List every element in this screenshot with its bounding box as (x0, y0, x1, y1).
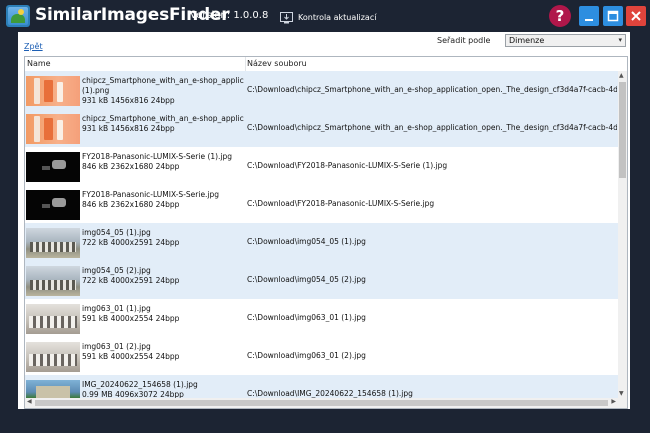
image-thumbnail[interactable] (26, 114, 80, 144)
minimize-icon (585, 19, 593, 21)
image-thumbnail[interactable] (26, 380, 80, 398)
image-name-line-1: img054_05 (1).jpg (82, 228, 151, 237)
image-thumbnail[interactable] (26, 228, 80, 258)
back-link[interactable]: Zpět (24, 42, 43, 51)
image-thumbnail[interactable] (26, 76, 80, 106)
help-button[interactable]: ? (549, 5, 571, 27)
file-path: C:\Download\chipcz_Smartphone_with_an_e-… (247, 123, 617, 132)
table-row[interactable]: img054_05 (2).jpg 722 kB 4000x2591 24bpp C… (25, 261, 618, 299)
image-name-line-1: img054_05 (2).jpg (82, 266, 151, 275)
table-row[interactable]: chipcz_Smartphone_with_an_e-shop_applica… (25, 109, 618, 147)
image-name: chipcz_Smartphone_with_an_e-shop_applica… (82, 76, 244, 96)
horizontal-scroll-thumb[interactable] (35, 400, 608, 406)
scroll-up-icon[interactable]: ▲ (619, 72, 624, 79)
chevron-down-icon: ▾ (618, 36, 622, 44)
file-path: C:\Download\img054_05 (1).jpg (247, 237, 366, 246)
table-row[interactable]: chipcz_Smartphone_with_an_e-shop_applica… (25, 71, 618, 109)
table-row[interactable]: img063_01 (2).jpg 591 kB 4000x2554 24bpp C… (25, 337, 618, 375)
image-name: img054_05 (2).jpg (82, 266, 244, 276)
table-row[interactable]: img054_05 (1).jpg 722 kB 4000x2591 24bpp C… (25, 223, 618, 261)
image-name-line-1: img063_01 (1).jpg (82, 304, 151, 313)
image-name: IMG_20240622_154658 (1).jpg (82, 380, 244, 390)
table-body: chipcz_Smartphone_with_an_e-shop_applica… (25, 71, 618, 398)
image-name-line-1: chipcz_Smartphone_with_an_e-shop_applica… (82, 76, 244, 85)
file-path: C:\Download\FY2018-Panasonic-LUMIX-S-Ser… (247, 199, 435, 208)
image-name: chipcz_Smartphone_with_an_e-shop_applica… (82, 114, 244, 124)
check-updates-label: Kontrola aktualizací (298, 12, 377, 22)
image-meta: 722 kB 4000x2591 24bpp (82, 276, 180, 285)
image-name-line-2: (1).png (82, 86, 110, 95)
file-path: C:\Download\img063_01 (2).jpg (247, 351, 366, 360)
image-thumbnail[interactable] (26, 190, 80, 220)
scroll-right-icon[interactable]: ▶ (611, 398, 616, 405)
image-name-line-1: FY2018-Panasonic-LUMIX-S-Serie.jpg (82, 190, 220, 199)
minimize-button[interactable] (579, 6, 599, 26)
app-logo-icon (6, 5, 30, 27)
main-panel: Zpět Seřadit podle Dimenze ▾ Name Název … (18, 32, 630, 409)
image-meta: 591 kB 4000x2554 24bpp (82, 314, 180, 323)
version-label: Version: 1.0.0.8 (190, 10, 269, 21)
image-thumbnail[interactable] (26, 304, 80, 334)
sort-dropdown[interactable]: Dimenze ▾ (505, 34, 626, 47)
image-meta: 846 kB 2362x1680 24bpp (82, 162, 180, 171)
image-name: img063_01 (1).jpg (82, 304, 244, 314)
image-meta: 931 kB 1456x816 24bpp (82, 124, 175, 133)
image-name: img063_01 (2).jpg (82, 342, 244, 352)
file-path: C:\Download\chipcz_Smartphone_with_an_e-… (247, 85, 617, 94)
maximize-button[interactable] (603, 6, 623, 26)
image-name-line-1: img063_01 (2).jpg (82, 342, 151, 351)
image-name-line-1: chipcz_Smartphone_with_an_e-shop_applica… (82, 114, 244, 123)
image-name-line-1: IMG_20240622_154658 (1).jpg (82, 380, 198, 389)
sort-label: Seřadit podle (437, 36, 491, 45)
column-divider[interactable] (245, 57, 246, 71)
column-header-filename[interactable]: Název souboru (247, 59, 307, 68)
table-row[interactable]: FY2018-Panasonic-LUMIX-S-Serie.jpg 846 kB… (25, 185, 618, 223)
file-path: C:\Download\IMG_20240622_154658 (1).jpg (247, 389, 413, 398)
image-meta: 931 kB 1456x816 24bpp (82, 96, 175, 105)
sort-selected-value: Dimenze (509, 36, 545, 45)
close-button[interactable] (626, 6, 646, 26)
table-header: Name Název souboru (25, 57, 627, 72)
image-thumbnail[interactable] (26, 152, 80, 182)
image-meta: 722 kB 4000x2591 24bpp (82, 238, 180, 247)
image-name: FY2018-Panasonic-LUMIX-S-Serie.jpg (82, 190, 244, 200)
file-path: C:\Download\FY2018-Panasonic-LUMIX-S-Ser… (247, 161, 448, 170)
image-name-line-1: FY2018-Panasonic-LUMIX-S-Serie (1).jpg (82, 152, 233, 161)
file-path: C:\Download\img054_05 (2).jpg (247, 275, 366, 284)
vertical-scrollbar[interactable]: ▲ ▼ (618, 71, 627, 398)
column-header-name[interactable]: Name (27, 59, 51, 68)
scroll-down-icon[interactable]: ▼ (619, 390, 624, 397)
horizontal-scrollbar[interactable]: ◀ ▶ (25, 398, 618, 408)
table-row[interactable]: FY2018-Panasonic-LUMIX-S-Serie (1).jpg 84… (25, 147, 618, 185)
image-meta: 591 kB 4000x2554 24bpp (82, 352, 180, 361)
image-thumbnail[interactable] (26, 266, 80, 296)
table-row[interactable]: IMG_20240622_154658 (1).jpg 0.99 MB 4096x… (25, 375, 618, 398)
image-meta: 0.99 MB 4096x3072 24bpp (82, 390, 184, 398)
image-name: img054_05 (1).jpg (82, 228, 244, 238)
vertical-scroll-thumb[interactable] (619, 82, 626, 178)
update-icon (280, 11, 293, 23)
maximize-icon (607, 10, 619, 22)
scrollbar-corner (618, 398, 627, 408)
scroll-left-icon[interactable]: ◀ (27, 398, 32, 405)
image-name: FY2018-Panasonic-LUMIX-S-Serie (1).jpg (82, 152, 244, 162)
title-bar: SimilarImagesFinder Version: 1.0.0.8 Kon… (0, 0, 650, 32)
image-thumbnail[interactable] (26, 342, 80, 372)
results-table: Name Název souboru chipcz_Smartphone_wit… (24, 56, 628, 409)
table-row[interactable]: img063_01 (1).jpg 591 kB 4000x2554 24bpp C… (25, 299, 618, 337)
file-path: C:\Download\img063_01 (1).jpg (247, 313, 366, 322)
image-meta: 846 kB 2362x1680 24bpp (82, 200, 180, 209)
help-icon: ? (555, 7, 565, 25)
check-updates-button[interactable]: Kontrola aktualizací (280, 9, 376, 25)
close-icon (631, 11, 641, 21)
